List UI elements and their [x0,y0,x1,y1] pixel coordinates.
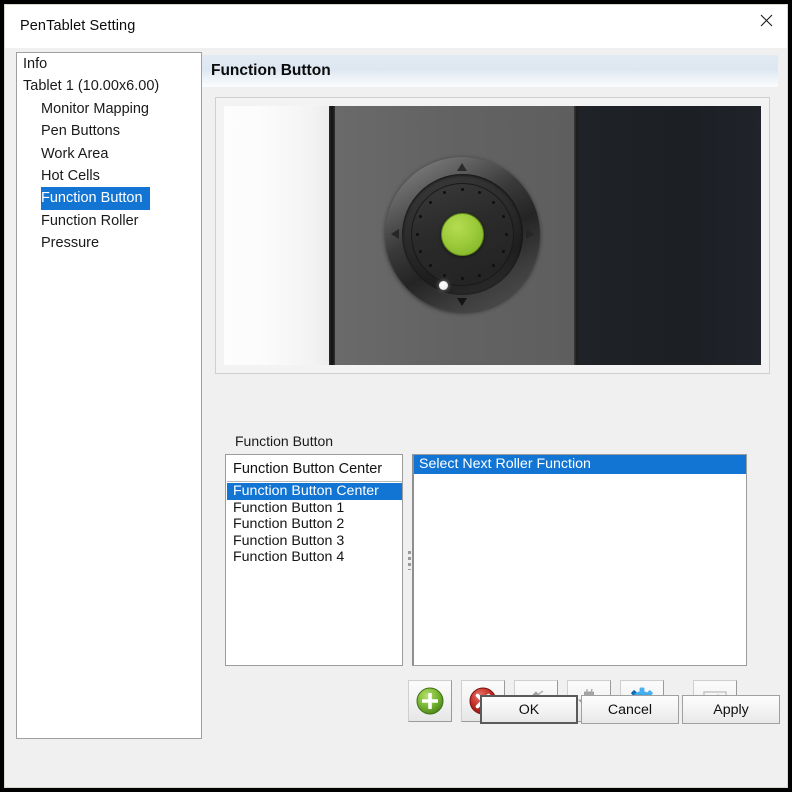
tablet-status-led [438,280,448,290]
dial-detent-dot [429,201,433,205]
splitter-grip-icon [407,550,411,570]
section-header: Function Button [202,55,778,87]
sidebar-item-function-button[interactable]: Function Button [41,187,150,210]
close-icon [760,14,772,26]
content-panel: Function Button Function Button Function… [202,52,778,739]
function-button-center[interactable] [440,212,484,256]
list-item[interactable]: Function Button 1 [227,500,402,517]
sidebar-item-pressure[interactable]: Pressure [17,232,201,254]
dial-detent-dot [460,188,464,191]
action-list-panel[interactable]: Select Next Roller Function [412,454,747,666]
sidebar-item-tablet-1[interactable]: Tablet 1 (10.00x6.00) [17,75,201,97]
dial-detent-dot [416,232,419,236]
window-title: PenTablet Setting [20,18,136,34]
tablet-left-strip [224,106,329,365]
sidebar-item-monitor-mapping[interactable]: Monitor Mapping [17,98,201,120]
sidebar-item-function-roller[interactable]: Function Roller [17,210,201,232]
function-button-group-label: Function Button [235,433,334,449]
list-item[interactable]: Function Button 4 [227,549,402,566]
dial-detent-dot [501,249,505,253]
sidebar-item-info[interactable]: Info [17,53,201,75]
cancel-button[interactable]: Cancel [581,695,679,724]
dial-detent-dot [460,277,464,280]
dial-detent-dot [443,191,447,195]
tablet-device-preview [224,106,761,365]
dial-arrow-left-icon[interactable] [390,229,399,239]
function-button-list-panel: Function Button Center Function Button 1… [225,454,403,666]
dial-arrow-right-icon[interactable] [525,229,534,239]
page-title: Function Button [211,62,331,79]
function-roller-dial[interactable] [384,156,540,312]
dial-detent-dot [501,215,505,219]
tablet-active-area [579,106,761,365]
dial-detent-dot [491,263,495,267]
dial-detent-dot [429,263,433,267]
sidebar-item-pen-buttons[interactable]: Pen Buttons [17,120,201,142]
list-item[interactable]: Function Button Center [227,483,402,500]
dial-detent-dot [491,201,495,205]
dial-detent-dot [505,232,508,236]
ok-button[interactable]: OK [480,695,578,724]
list-item[interactable]: Function Button 2 [227,516,402,533]
sidebar-row-function-button: Function Button [17,187,201,210]
list-item[interactable]: Select Next Roller Function [414,455,746,474]
sidebar-navigation-tree[interactable]: Info Tablet 1 (10.00x6.00) Monitor Mappi… [16,52,202,739]
dial-detent-dot [419,249,423,253]
close-button[interactable] [743,5,787,35]
dial-arrow-down-icon[interactable] [457,297,467,306]
apply-button[interactable]: Apply [682,695,780,724]
dial-detent-dot [419,215,423,219]
dial-detent-dot [477,273,481,277]
dial-detent-dot [477,191,481,195]
function-button-name-input[interactable] [227,456,402,482]
list-item[interactable]: Function Button 3 [227,533,402,550]
tablet-preview-frame [215,97,770,374]
sidebar-item-work-area[interactable]: Work Area [17,143,201,165]
function-button-list[interactable]: Function Button Center Function Button 1… [227,483,402,665]
dial-arrow-up-icon[interactable] [457,162,467,171]
pentablet-setting-window: PenTablet Setting Info Tablet 1 (10.00x6… [4,4,788,788]
dial-detent-dot [443,273,447,277]
sidebar-item-hot-cells[interactable]: Hot Cells [17,165,201,187]
title-bar: PenTablet Setting [5,5,787,48]
dialog-button-bar: OK Cancel Apply [5,695,787,735]
